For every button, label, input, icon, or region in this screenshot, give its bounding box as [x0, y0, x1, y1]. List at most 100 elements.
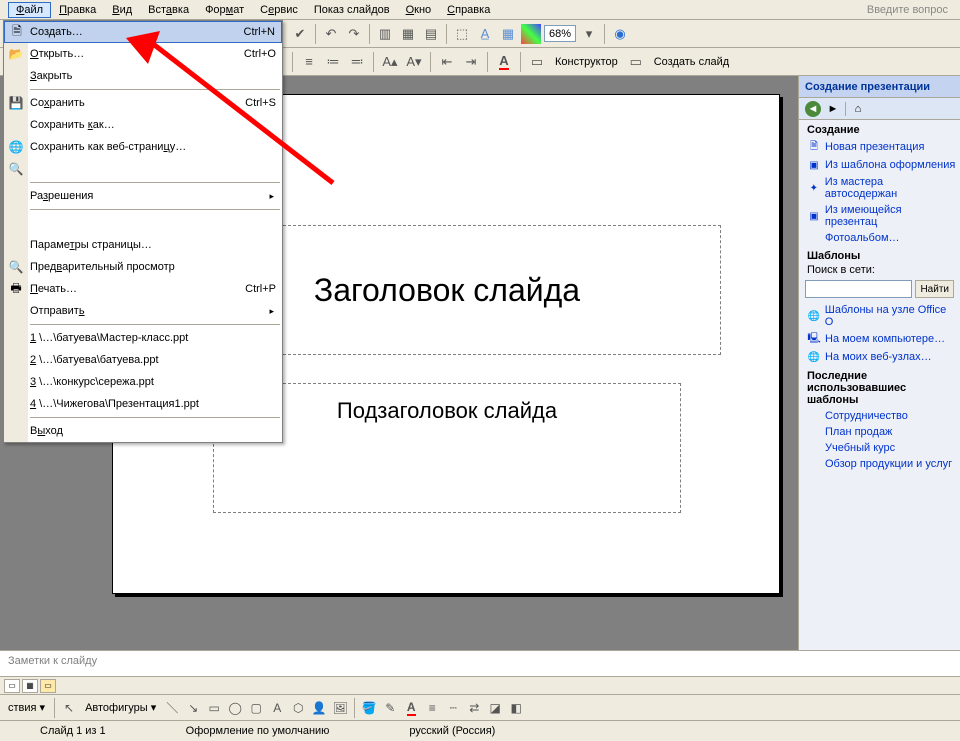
home-icon[interactable]: ⌂: [850, 101, 866, 117]
blank-doc-icon: 🗎: [807, 140, 821, 154]
menu-format[interactable]: Формат: [197, 2, 252, 18]
menu-edit[interactable]: Правка: [51, 2, 104, 18]
menu-item-search[interactable]: 🔍 ⁠: [4, 158, 282, 180]
menu-file[interactable]: Файл: [8, 2, 51, 18]
dropdown-icon[interactable]: ▾: [579, 24, 599, 44]
menu-item-print[interactable]: 🖶 Печать… Ctrl+P: [4, 278, 282, 300]
increase-font-icon[interactable]: A▴: [380, 52, 400, 72]
menu-item-close[interactable]: Закрыть: [4, 65, 282, 87]
decrease-font-icon[interactable]: A▾: [404, 52, 424, 72]
picture-icon[interactable]: 🖼: [331, 699, 349, 717]
sorter-view-icon[interactable]: ▦: [22, 679, 38, 693]
link-my-websites[interactable]: 🌐На моих веб-узлах…: [799, 348, 960, 366]
print-icon: 🖶: [8, 281, 24, 297]
link-from-wizard[interactable]: ✦Из мастера автосодержан: [799, 174, 960, 202]
new-slide-icon[interactable]: ▭: [626, 52, 646, 72]
menu-item-send[interactable]: Отправить: [4, 300, 282, 322]
subtitle-placeholder[interactable]: Подзаголовок слайда: [213, 383, 681, 513]
menu-item-permissions[interactable]: Разрешения: [4, 185, 282, 207]
design-icon[interactable]: ▭: [527, 52, 547, 72]
increase-indent-icon[interactable]: ⇥: [461, 52, 481, 72]
menu-item-new[interactable]: 🗎 Создать… Ctrl+N: [4, 21, 282, 43]
menu-insert[interactable]: Вставка: [140, 2, 197, 18]
forward-icon[interactable]: ►: [825, 101, 841, 117]
slideshow-view-icon[interactable]: ▭: [40, 679, 56, 693]
menu-item-pagesetup[interactable]: Параметры страницы…: [4, 234, 282, 256]
show-formatting-icon[interactable]: A̲: [475, 24, 495, 44]
chart-icon[interactable]: ▥: [375, 24, 395, 44]
new-slide-button[interactable]: Создать слайд: [650, 56, 733, 68]
menu-slideshow[interactable]: Показ слайдов: [306, 2, 398, 18]
recent-template-1[interactable]: Сотрудничество: [799, 408, 960, 424]
line-weight-icon[interactable]: ≡: [423, 699, 441, 717]
oval-icon[interactable]: ◯: [226, 699, 244, 717]
font-color2-icon[interactable]: A: [402, 699, 420, 717]
back-icon[interactable]: ◄: [805, 101, 821, 117]
menu-recent-3[interactable]: 3 \…\конкурс\сережа.ppt: [4, 371, 282, 393]
line-color-icon[interactable]: ✎: [381, 699, 399, 717]
table-icon[interactable]: ▦: [398, 24, 418, 44]
color-icon[interactable]: [521, 24, 541, 44]
help-search[interactable]: Введите вопрос: [867, 4, 960, 16]
align-left-icon[interactable]: ≡: [299, 52, 319, 72]
menu-view[interactable]: Вид: [104, 2, 140, 18]
dash-style-icon[interactable]: ┄: [444, 699, 462, 717]
numbering-icon[interactable]: ≕: [347, 52, 367, 72]
recent-template-3[interactable]: Учебный курс: [799, 440, 960, 456]
decrease-indent-icon[interactable]: ⇤: [437, 52, 457, 72]
clipart-icon[interactable]: 👤: [310, 699, 328, 717]
menu-tools[interactable]: Сервис: [252, 2, 306, 18]
fill-color-icon[interactable]: 🪣: [360, 699, 378, 717]
link-my-computer[interactable]: 🖳На моем компьютере…: [799, 330, 960, 348]
normal-view-icon[interactable]: ▭: [4, 679, 20, 693]
template-search-input[interactable]: [805, 280, 912, 298]
font-color-icon[interactable]: A: [494, 52, 514, 72]
bullets-icon[interactable]: ≔: [323, 52, 343, 72]
arrow-icon[interactable]: ↘: [184, 699, 202, 717]
tables-border-icon[interactable]: ▤: [421, 24, 441, 44]
arrow-style-icon[interactable]: ⇄: [465, 699, 483, 717]
menu-item-open[interactable]: 📂 Открыть… Ctrl+O: [4, 43, 282, 65]
textbox-icon[interactable]: ▢: [247, 699, 265, 717]
task-pane-nav: ◄ ► ⌂: [799, 98, 960, 120]
line-icon[interactable]: ＼: [163, 699, 181, 717]
diagram-icon[interactable]: ⬡: [289, 699, 307, 717]
designer-button[interactable]: Конструктор: [551, 56, 622, 68]
menu-window[interactable]: Окно: [398, 2, 440, 18]
menu-item-blank[interactable]: ⁠: [4, 212, 282, 234]
spellcheck-icon[interactable]: ✔: [290, 24, 310, 44]
wordart-icon[interactable]: A: [268, 699, 286, 717]
autoshapes-menu[interactable]: Автофигуры ▾: [81, 701, 160, 714]
template-search-button[interactable]: Найти: [915, 280, 954, 298]
menu-recent-4[interactable]: 4 \…\Чижегова\Презентация1.ppt: [4, 393, 282, 415]
hyperlink-icon[interactable]: ⬚: [452, 24, 472, 44]
draw-actions-menu[interactable]: ствия ▾: [4, 701, 49, 714]
menu-item-save-web[interactable]: 🌐 Сохранить как веб-страницу…: [4, 136, 282, 158]
grid-icon[interactable]: ▦: [498, 24, 518, 44]
3d-icon[interactable]: ◧: [507, 699, 525, 717]
shadow-icon[interactable]: ◪: [486, 699, 504, 717]
zoom-combo[interactable]: 68%: [544, 25, 576, 42]
menu-item-saveas[interactable]: Сохранить как…: [4, 114, 282, 136]
pointer-icon[interactable]: ↖: [60, 699, 78, 717]
menu-help[interactable]: Справка: [439, 2, 498, 18]
notes-pane[interactable]: Заметки к слайду: [0, 651, 960, 677]
template-icon: ▣: [807, 158, 821, 172]
redo-icon[interactable]: ↷: [344, 24, 364, 44]
help-icon[interactable]: ◉: [610, 24, 630, 44]
task-pane: Создание презентации ◄ ► ⌂ Создание 🗎Нов…: [798, 76, 960, 650]
link-new-presentation[interactable]: 🗎Новая презентация: [799, 138, 960, 156]
menu-recent-2[interactable]: 2 \…\батуева\батуева.ppt: [4, 349, 282, 371]
recent-template-4[interactable]: Обзор продукции и услуг: [799, 456, 960, 472]
menu-item-exit[interactable]: Выход: [4, 420, 282, 442]
recent-template-2[interactable]: План продаж: [799, 424, 960, 440]
menu-item-save[interactable]: 💾 Сохранить Ctrl+S: [4, 92, 282, 114]
link-photoalbum[interactable]: Фотоальбом…: [799, 230, 960, 246]
undo-icon[interactable]: ↶: [321, 24, 341, 44]
menu-recent-1[interactable]: 1 \…\батуева\Мастер-класс.ppt: [4, 327, 282, 349]
link-from-existing[interactable]: ▣Из имеющейся презентац: [799, 202, 960, 230]
menu-item-preview[interactable]: 🔍 Предварительный просмотр: [4, 256, 282, 278]
link-office-online[interactable]: 🌐Шаблоны на узле Office O: [799, 302, 960, 330]
rect-icon[interactable]: ▭: [205, 699, 223, 717]
link-from-template[interactable]: ▣Из шаблона оформления: [799, 156, 960, 174]
